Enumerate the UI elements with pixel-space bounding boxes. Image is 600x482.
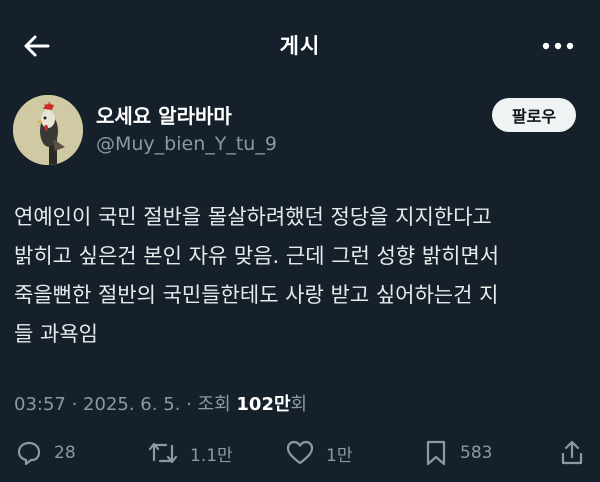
top-bar: 게시 (0, 0, 600, 92)
tweet-line: 연예인이 국민 절반을 몰살하려했던 정당을 지지한다고 (14, 205, 492, 229)
bookmark-icon (426, 440, 446, 466)
more-horizontal-icon (542, 42, 574, 50)
like-button[interactable]: 1만 (286, 440, 352, 466)
rooster-avatar-image (13, 95, 83, 165)
tweet-date[interactable]: 2025. 6. 5. (83, 394, 180, 415)
tweet-line: 밝히고 싶은건 본인 자유 맞음. 근데 그런 성향 밝히면서 (14, 244, 500, 268)
views-suffix: 회 (290, 394, 308, 415)
author-handle[interactable]: @Muy_bien_Y_tu_9 (96, 133, 277, 155)
avatar[interactable] (13, 95, 83, 165)
follow-button[interactable]: 팔로우 (492, 98, 576, 132)
reply-count: 28 (54, 443, 76, 463)
action-bar: 28 1.1만 1만 583 (0, 432, 600, 476)
retweet-icon (148, 442, 178, 464)
views-count: 102만 (236, 394, 291, 415)
meta-separator: · (65, 394, 84, 415)
reply-button[interactable]: 28 (16, 440, 76, 466)
page-title: 게시 (279, 34, 321, 58)
bookmark-button[interactable]: 583 (424, 440, 492, 466)
retweet-count: 1.1만 (190, 445, 233, 466)
share-button[interactable] (560, 440, 584, 466)
tweet-line: 죽을뻔한 절반의 국민들한테도 사랑 받고 싶어하는건 지 (14, 283, 499, 307)
tweet-time[interactable]: 03:57 (14, 394, 66, 415)
author-display-name[interactable]: 오세요 알라바마 (96, 100, 232, 129)
more-button[interactable] (538, 30, 578, 62)
reply-icon (17, 441, 41, 466)
tweet-text: 연예인이 국민 절반을 몰살하려했던 정당을 지지한다고 밝히고 싶은건 본인 … (14, 198, 590, 354)
views-label: 조회 (197, 394, 237, 415)
retweet-button[interactable]: 1.1만 (148, 440, 233, 466)
tweet-meta: 03:57 · 2025. 6. 5. · 조회 102만회 (14, 390, 307, 416)
bookmark-count: 583 (460, 443, 493, 463)
share-icon (561, 440, 583, 465)
meta-separator: · (180, 394, 198, 415)
like-count: 1만 (326, 445, 353, 466)
heart-icon (286, 440, 314, 465)
tweet-line: 들 과욕임 (14, 322, 98, 346)
